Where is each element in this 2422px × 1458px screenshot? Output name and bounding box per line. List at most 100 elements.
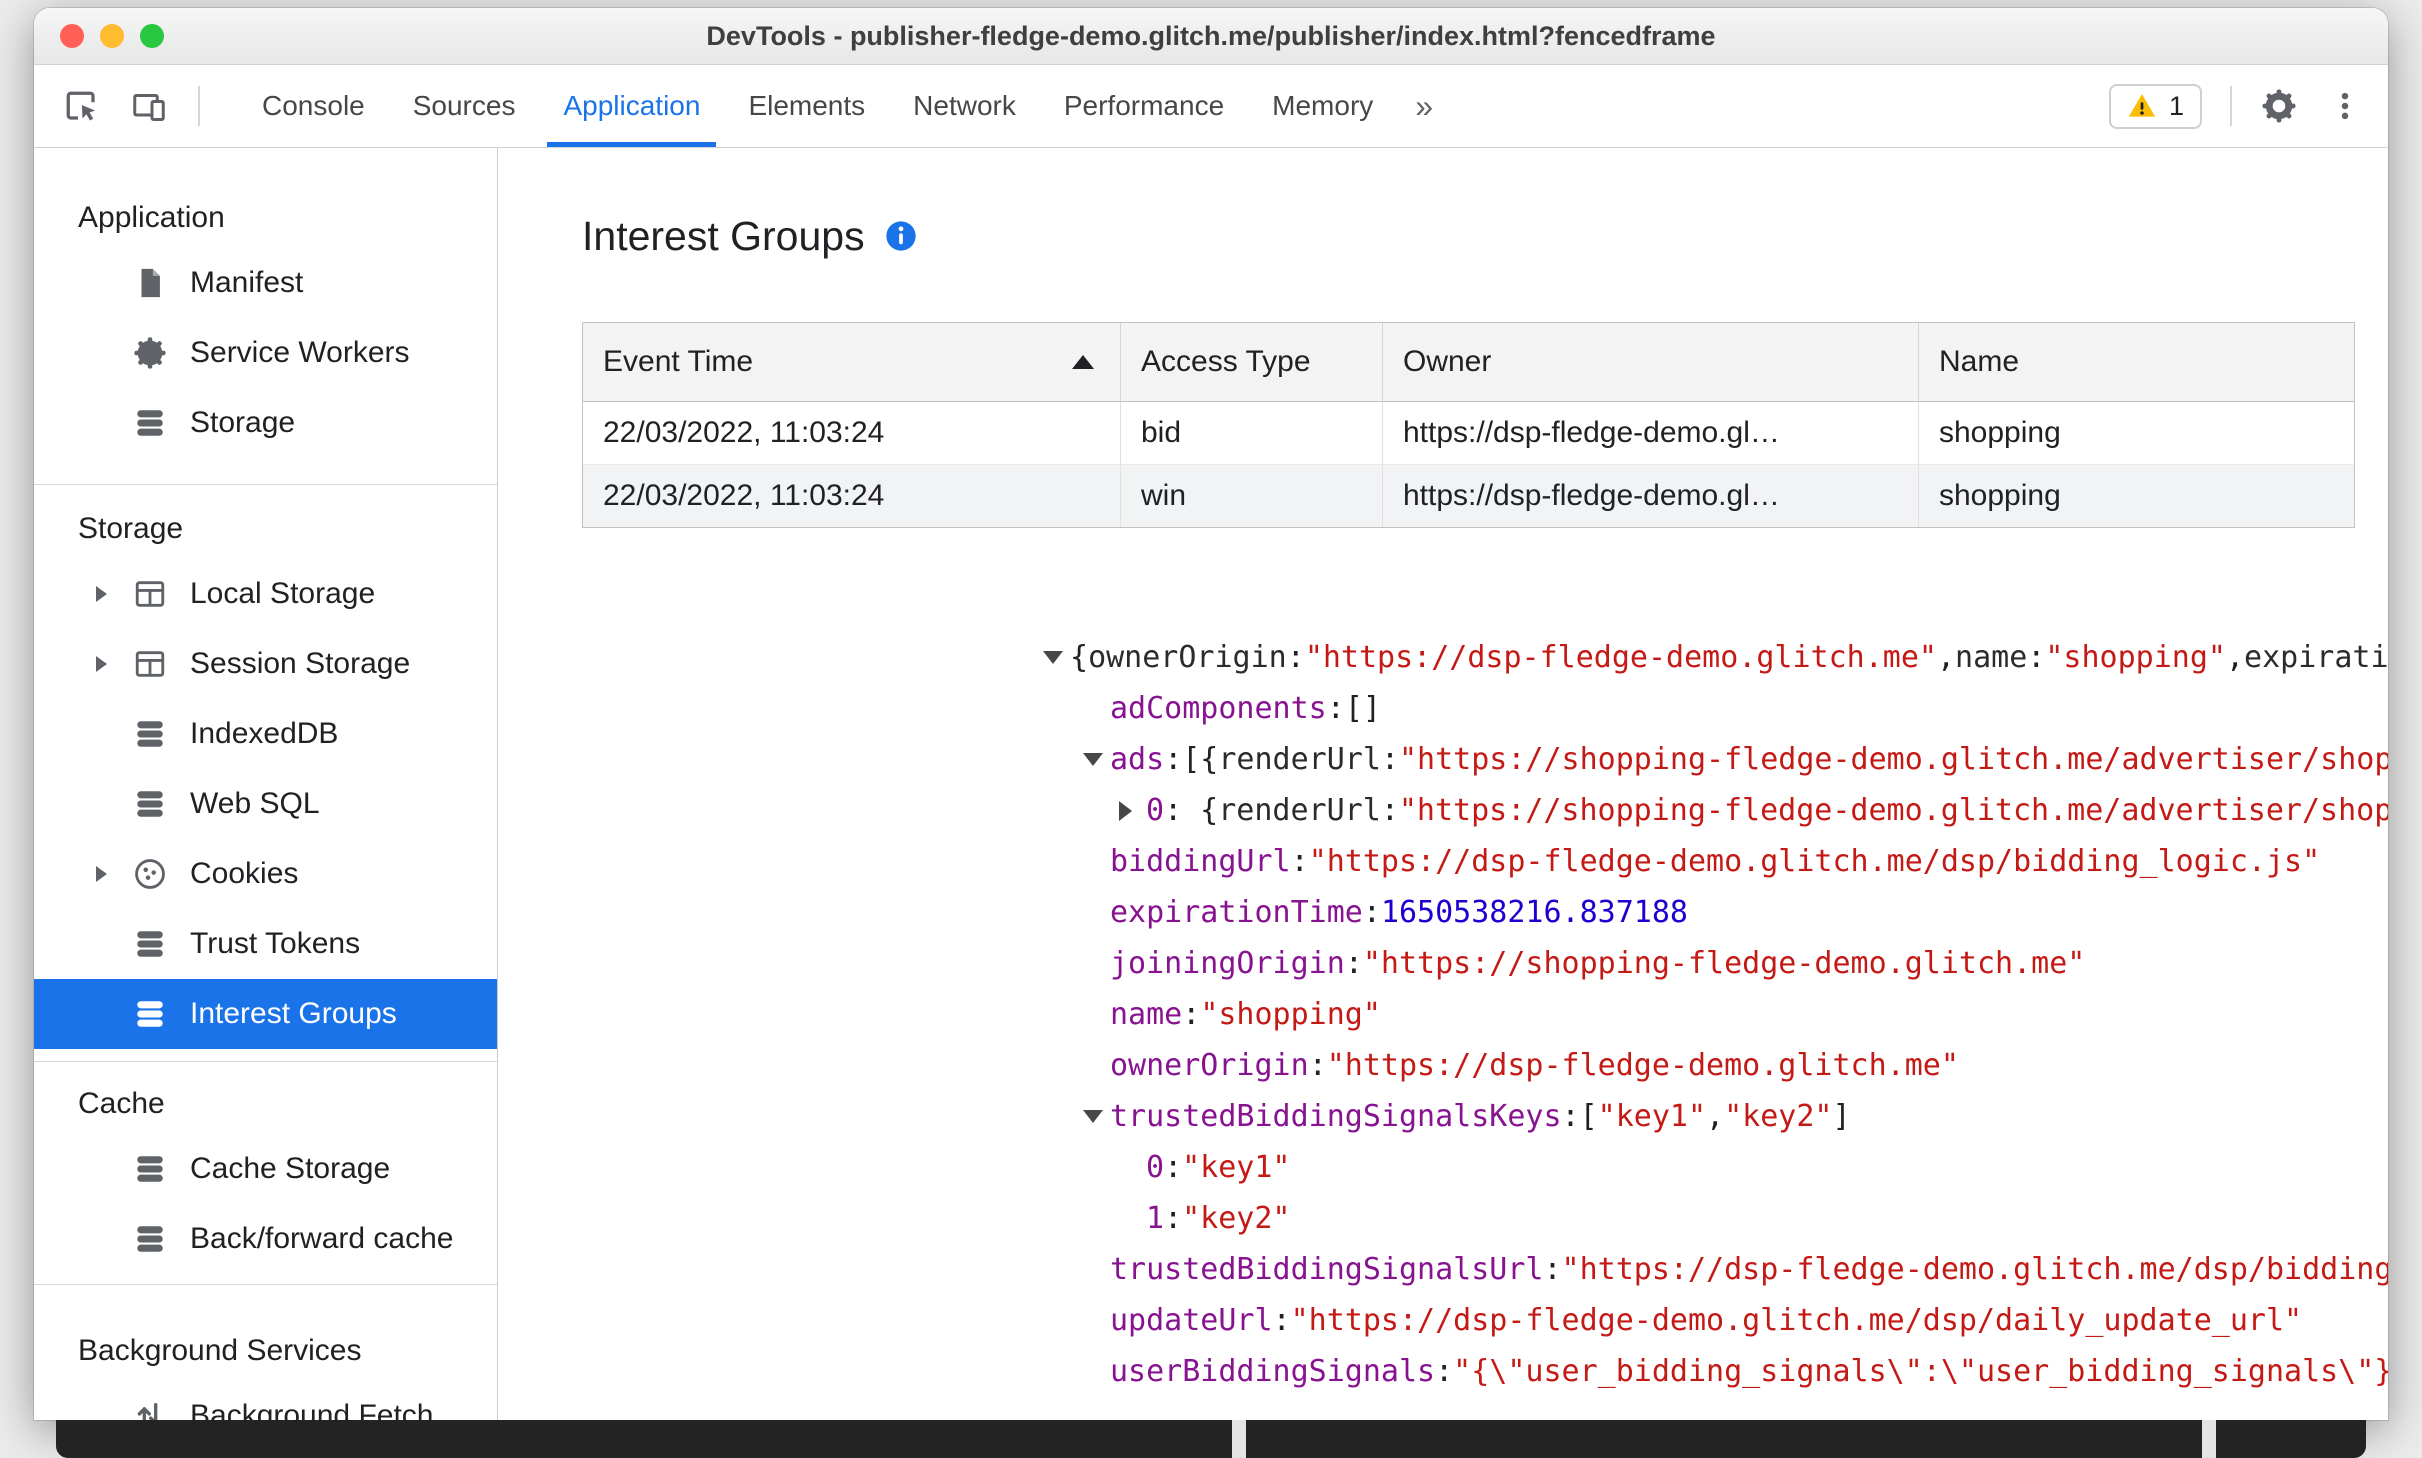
title-bar: DevTools - publisher-fledge-demo.glitch.… xyxy=(34,8,2388,65)
sidebar-item-back-forward-cache[interactable]: Back/forward cache xyxy=(34,1204,497,1274)
devtools-toolbar: Console Sources Application Elements Network… xyxy=(34,65,2388,148)
tree-line[interactable]: trustedBiddingSignalsKeys: ["key1", "key… xyxy=(1041,1091,2388,1142)
sort-ascending-icon xyxy=(1072,355,1094,369)
table-cell-owner[interactable]: https://dsp-fledge-demo.gl… xyxy=(1383,402,1919,465)
tree-key: name xyxy=(1110,997,1183,1032)
column-header-name[interactable]: Name xyxy=(1919,323,2354,402)
expand-arrow-icon[interactable] xyxy=(96,866,132,882)
tree-punctuation: : { xyxy=(1164,793,1219,828)
tree-punctuation: : xyxy=(1380,742,1399,777)
sidebar-item-storage[interactable]: Storage xyxy=(34,388,497,458)
triangle-right-icon xyxy=(96,586,107,602)
expand-arrow-icon[interactable] xyxy=(96,586,132,602)
tree-string: "https://dsp-fledge-demo.glitch.me/dsp/b… xyxy=(1561,1252,2388,1287)
tab-elements[interactable]: Elements xyxy=(724,65,889,147)
tree-key: updateUrl xyxy=(1110,1303,1273,1338)
toolbar-separator xyxy=(2230,86,2232,126)
table-cell-name[interactable]: shopping xyxy=(1919,465,2354,527)
sidebar-item-service-workers[interactable]: Service Workers xyxy=(34,318,497,388)
tree-punctuation: : xyxy=(1164,1150,1183,1185)
sidebar-item-trust-tokens[interactable]: Trust Tokens xyxy=(34,909,497,979)
table-cell-access-type[interactable]: bid xyxy=(1121,402,1383,465)
sidebar-item-cache-storage[interactable]: Cache Storage xyxy=(34,1134,497,1204)
tree-line: 1: "key2" xyxy=(1041,1193,2388,1244)
tree-punctuation: : xyxy=(2027,640,2046,675)
tree-punctuation: : xyxy=(1561,1099,1580,1134)
sidebar-item-background-fetch[interactable]: Background Fetch xyxy=(34,1381,497,1420)
document-icon xyxy=(132,265,168,301)
tree-punctuation: [ xyxy=(1579,1099,1598,1134)
table-cell-name[interactable]: shopping xyxy=(1919,402,2354,465)
tree-line[interactable]: ads: [{renderUrl: "https://shopping-fled… xyxy=(1041,734,2388,785)
tree-punctuation: : xyxy=(1164,1201,1183,1236)
sidebar-item-label: Back/forward cache xyxy=(190,1222,454,1255)
tree-string: "https://dsp-fledge-demo.glitch.me" xyxy=(1304,640,1937,675)
table-cell-event-time[interactable]: 22/03/2022, 11:03:24 xyxy=(583,465,1121,527)
info-icon[interactable] xyxy=(885,220,917,252)
expand-arrow-icon[interactable] xyxy=(1119,800,1132,821)
tree-key: 0 xyxy=(1146,1150,1165,1185)
sidebar-item-manifest[interactable]: Manifest xyxy=(34,248,497,318)
minimize-button[interactable] xyxy=(100,24,124,48)
tree-punctuation: : xyxy=(1380,793,1399,828)
tree-punctuation: : xyxy=(1290,844,1309,879)
sidebar-item-label: Trust Tokens xyxy=(190,927,361,960)
sidebar-item-session-storage[interactable]: Session Storage xyxy=(34,629,497,699)
sidebar-item-label: Local Storage xyxy=(190,577,376,610)
tab-sources[interactable]: Sources xyxy=(389,65,540,147)
zoom-button[interactable] xyxy=(140,24,164,48)
tab-network[interactable]: Network xyxy=(889,65,1040,147)
tree-line[interactable]: {ownerOrigin: "https://dsp-fledge-demo.g… xyxy=(1041,632,2388,683)
warning-count: 1 xyxy=(2168,90,2184,121)
interest-groups-panel: Interest Groups Event Time Access Type Own… xyxy=(498,148,2388,1420)
sidebar-item-label: Cache Storage xyxy=(190,1152,391,1185)
sidebar-item-cookies[interactable]: Cookies xyxy=(34,839,497,909)
tree-string: "key1" xyxy=(1597,1099,1707,1134)
tree-key: ownerOrigin xyxy=(1110,1048,1309,1083)
tab-console[interactable]: Console xyxy=(238,65,389,147)
interest-group-json-tree: {ownerOrigin: "https://dsp-fledge-demo.g… xyxy=(1041,632,2388,1397)
tree-line: expirationTime: 1650538216.837188 xyxy=(1041,887,2388,938)
tab-application[interactable]: Application xyxy=(539,65,724,147)
expand-arrow-icon[interactable] xyxy=(96,656,132,672)
table-cell-access-type[interactable]: win xyxy=(1121,465,1383,527)
device-toolbar-icon[interactable] xyxy=(130,87,168,125)
column-header-event-time[interactable]: Event Time xyxy=(583,323,1121,402)
collapse-arrow-icon[interactable] xyxy=(1043,651,1063,664)
sidebar-item-web-sql[interactable]: Web SQL xyxy=(34,769,497,839)
database-icon xyxy=(132,996,168,1032)
warnings-badge[interactable]: 1 xyxy=(2108,83,2202,129)
more-options-icon[interactable] xyxy=(2326,87,2364,125)
sidebar-item-label: Cookies xyxy=(190,857,299,890)
sidebar-section-background-services: Background Services Background Fetch xyxy=(34,1285,497,1420)
more-tabs-button[interactable]: » xyxy=(1397,65,1451,147)
tree-punctuation: : xyxy=(1543,1252,1562,1287)
column-header-access-type[interactable]: Access Type xyxy=(1121,323,1383,402)
tab-performance[interactable]: Performance xyxy=(1040,65,1248,147)
sidebar-item-label: Manifest xyxy=(190,266,304,299)
database-icon xyxy=(132,1221,168,1257)
tab-memory[interactable]: Memory xyxy=(1248,65,1397,147)
collapse-arrow-icon[interactable] xyxy=(1083,753,1103,766)
database-icon xyxy=(132,926,168,962)
collapse-arrow-icon[interactable] xyxy=(1083,1110,1103,1123)
triangle-right-icon xyxy=(96,656,107,672)
inspect-element-icon[interactable] xyxy=(62,87,100,125)
tree-punctuation: [] xyxy=(1344,691,1381,726)
sidebar-item-indexeddb[interactable]: IndexedDB xyxy=(34,699,497,769)
table-cell-owner[interactable]: https://dsp-fledge-demo.gl… xyxy=(1383,465,1919,527)
database-icon xyxy=(132,786,168,822)
column-header-owner[interactable]: Owner xyxy=(1383,323,1919,402)
tree-string: "https://shopping-fledge-demo.glitch.me/… xyxy=(1399,742,2388,777)
sidebar-item-interest-groups[interactable]: Interest Groups xyxy=(34,979,497,1049)
tree-key: joiningOrigin xyxy=(1110,946,1345,981)
tree-key: trustedBiddingSignalsUrl xyxy=(1110,1252,1544,1287)
sidebar-item-local-storage[interactable]: Local Storage xyxy=(34,559,497,629)
settings-gear-icon[interactable] xyxy=(2260,87,2298,125)
tree-line[interactable]: 0: {renderUrl: "https://shopping-fledge-… xyxy=(1041,785,2388,836)
tree-string: "https://dsp-fledge-demo.glitch.me" xyxy=(1326,1048,1959,1083)
tree-punctuation: [{ xyxy=(1182,742,1219,777)
tree-punctuation: : xyxy=(1435,1354,1454,1389)
table-cell-event-time[interactable]: 22/03/2022, 11:03:24 xyxy=(583,402,1121,465)
close-button[interactable] xyxy=(60,24,84,48)
